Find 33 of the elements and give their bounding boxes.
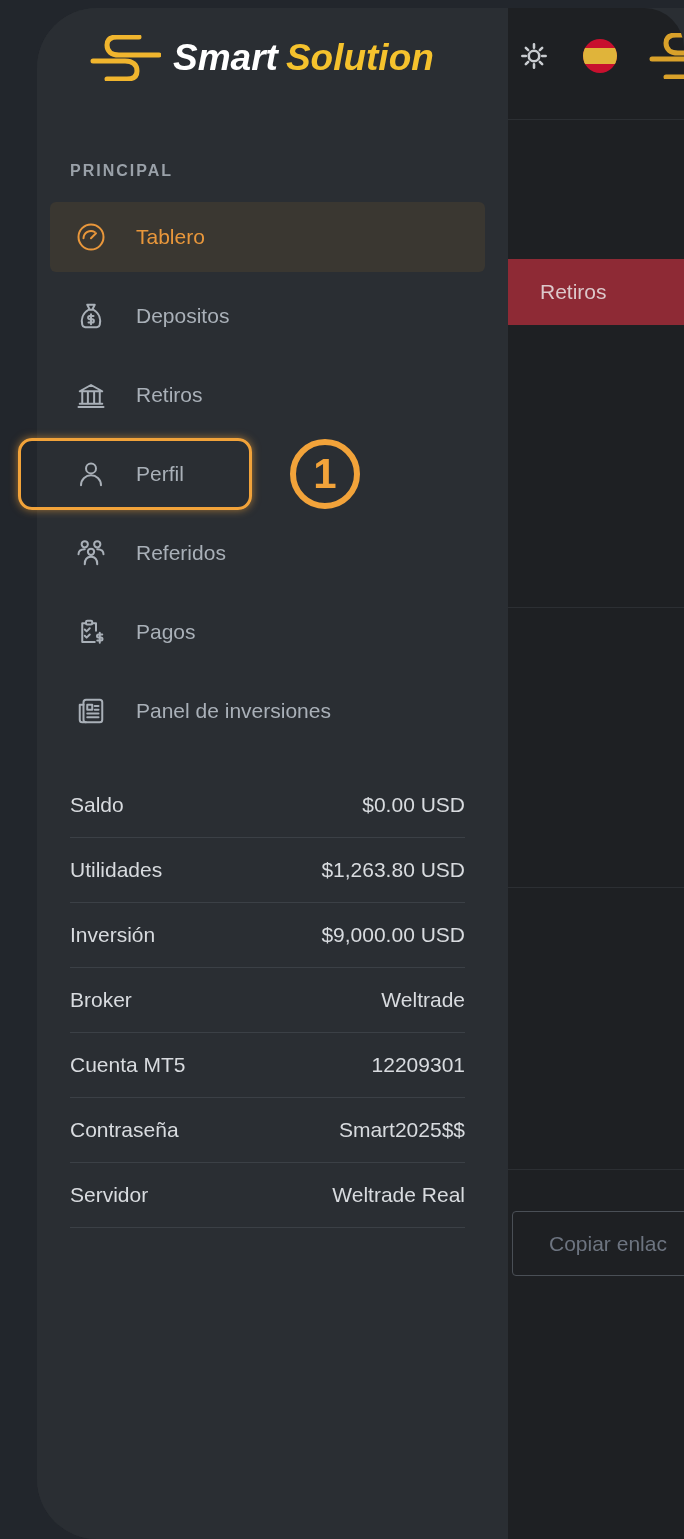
stat-value: $1,263.80 USD bbox=[321, 858, 465, 882]
stat-label: Inversión bbox=[70, 923, 156, 947]
stat-value: Weltrade bbox=[381, 988, 465, 1012]
stat-label: Contraseña bbox=[70, 1118, 179, 1142]
settings-icon bbox=[520, 41, 548, 70]
menu-item[interactable]: Pagos bbox=[50, 597, 216, 667]
stat-label: Servidor bbox=[70, 1183, 149, 1207]
stat-label: Cuenta MT5 bbox=[70, 1053, 186, 1077]
step-marker: 1 bbox=[290, 439, 360, 509]
withdrawals-button[interactable]: Retiros bbox=[508, 259, 684, 325]
stat-value: 12209301 bbox=[371, 1053, 465, 1077]
logo-text: Smart bbox=[173, 37, 278, 79]
logo-text: Solution bbox=[285, 37, 434, 79]
copy-link-button[interactable]: Copiar enlac bbox=[512, 1211, 684, 1276]
stat-label: Utilidades bbox=[70, 858, 163, 882]
people-icon bbox=[76, 538, 106, 568]
section-label: PRINCIPAL bbox=[70, 162, 175, 180]
menu-item[interactable]: Referidos bbox=[50, 518, 246, 588]
stat-label: Saldo bbox=[70, 793, 124, 817]
gauge-icon bbox=[76, 222, 106, 252]
document-icon bbox=[76, 696, 106, 726]
menu-item[interactable]: Tablero bbox=[50, 202, 485, 272]
menu-item[interactable]: Depositos bbox=[50, 281, 250, 351]
menu-item[interactable]: Retiros bbox=[50, 360, 223, 430]
menu-item[interactable]: Panel de inversiones bbox=[50, 676, 351, 746]
stat-value: $9,000.00 USD bbox=[321, 923, 465, 947]
stat-label: Broker bbox=[70, 988, 132, 1012]
logo-icon bbox=[89, 35, 161, 81]
menu-item[interactable]: Perfil bbox=[50, 439, 204, 509]
flag-icon bbox=[582, 37, 618, 74]
stat-value: $0.00 USD bbox=[362, 793, 465, 817]
stat-value: Weltrade Real bbox=[332, 1183, 465, 1207]
stat-value: Smart2025$$ bbox=[338, 1118, 465, 1142]
